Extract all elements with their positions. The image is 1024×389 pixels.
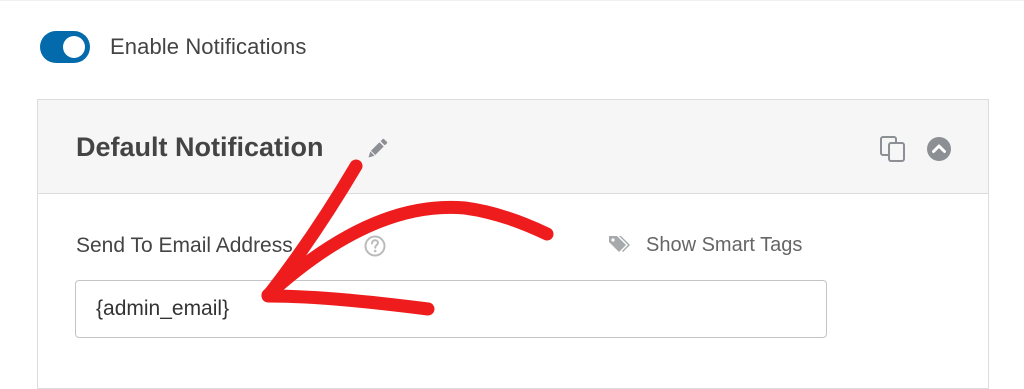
show-smart-tags-link[interactable]: Show Smart Tags	[608, 232, 802, 258]
panel-title: Default Notification	[76, 132, 324, 162]
clone-icon[interactable]	[878, 135, 910, 163]
notification-panel: Default Notification Send To Email Addre…	[37, 99, 989, 389]
show-smart-tags-label: Show Smart Tags	[646, 233, 803, 256]
top-divider	[0, 0, 1024, 1]
chevron-up-circle-icon[interactable]	[926, 136, 952, 162]
send-to-email-input[interactable]	[75, 280, 827, 338]
enable-notifications-toggle[interactable]	[40, 31, 90, 63]
send-to-email-label: Send To Email Address	[76, 234, 293, 257]
tag-icon	[609, 236, 630, 252]
pencil-icon[interactable]	[364, 136, 390, 162]
enable-notifications-row: Enable Notifications	[40, 31, 306, 63]
enable-notifications-label[interactable]: Enable Notifications	[110, 34, 306, 60]
question-circle-icon[interactable]	[364, 235, 386, 257]
toggle-knob	[63, 36, 85, 58]
panel-header[interactable]: Default Notification	[38, 100, 988, 194]
